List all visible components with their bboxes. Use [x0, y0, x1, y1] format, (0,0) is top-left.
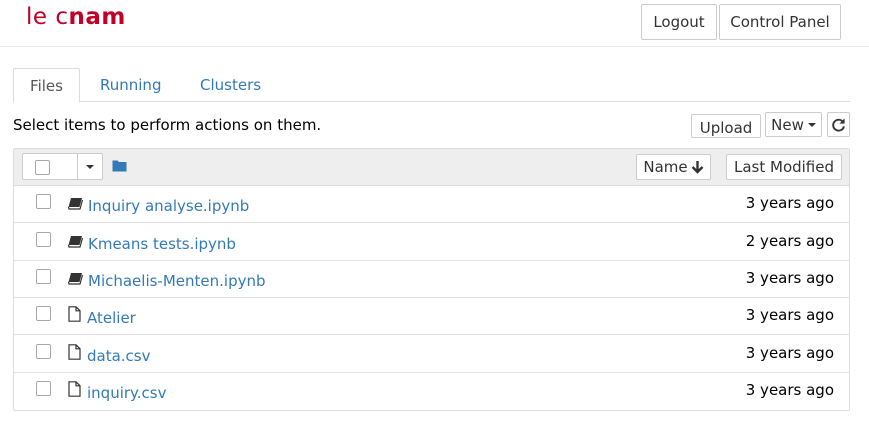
tab-clusters[interactable]: Clusters — [185, 68, 276, 102]
tab-running[interactable]: Running — [85, 68, 176, 102]
new-dropdown-button[interactable]: New — [765, 112, 822, 137]
refresh-button[interactable] — [827, 112, 850, 137]
caret-down-icon[interactable] — [86, 165, 94, 169]
table-row[interactable]: Michaelis-Menten.ipynb 3 years ago — [14, 261, 849, 298]
select-all-dropdown[interactable] — [22, 153, 103, 180]
table-row[interactable]: Kmeans tests.ipynb 2 years ago — [14, 224, 849, 261]
selection-hint: Select items to perform actions on them. — [13, 116, 322, 134]
row-checkbox[interactable] — [36, 269, 51, 284]
notebook-icon — [68, 236, 84, 248]
row-checkbox[interactable] — [36, 306, 51, 321]
arrow-down-icon — [691, 161, 703, 174]
last-modified: 3 years ago — [745, 306, 834, 324]
logo-text-bold: nam — [68, 4, 126, 30]
new-label: New — [771, 115, 804, 134]
last-modified: 3 years ago — [745, 194, 834, 212]
file-icon — [68, 344, 81, 360]
row-checkbox[interactable] — [36, 232, 51, 247]
table-row[interactable]: inquiry.csv 3 years ago — [14, 373, 849, 410]
upload-button[interactable]: Upload — [691, 114, 761, 138]
file-name-link[interactable]: Kmeans tests.ipynb — [88, 235, 236, 253]
control-panel-button[interactable]: Control Panel — [719, 4, 841, 40]
row-checkbox[interactable] — [36, 194, 51, 209]
caret-down-icon — [807, 122, 816, 127]
file-name-link[interactable]: Inquiry analyse.ipynb — [88, 197, 249, 215]
file-name-link[interactable]: Atelier — [87, 309, 136, 327]
site-header: le cnam Logout Control Panel — [0, 0, 869, 47]
last-modified: 3 years ago — [745, 381, 834, 399]
last-modified: 3 years ago — [745, 344, 834, 362]
last-modified: 2 years ago — [745, 232, 834, 250]
file-list-header: Name Last Modified — [14, 149, 849, 186]
row-checkbox[interactable] — [36, 381, 51, 396]
logo-text-light: le c — [26, 4, 69, 30]
file-name-link[interactable]: Michaelis-Menten.ipynb — [88, 272, 266, 290]
sort-by-modified-button[interactable]: Last Modified — [726, 154, 842, 180]
file-tabs: Files Running Clusters — [13, 68, 850, 103]
select-all-checkbox[interactable] — [35, 160, 50, 175]
notebook-icon — [68, 273, 84, 285]
logout-button[interactable]: Logout — [641, 4, 717, 40]
table-row[interactable]: data.csv 3 years ago — [14, 336, 849, 373]
last-modified: 3 years ago — [745, 269, 834, 287]
select-divider — [77, 154, 78, 179]
name-label: Name — [643, 158, 688, 176]
file-icon — [68, 381, 81, 397]
file-icon — [68, 306, 81, 322]
table-row[interactable]: Atelier 3 years ago — [14, 298, 849, 335]
notebook-icon — [68, 198, 84, 210]
refresh-icon — [832, 118, 845, 132]
file-name-link[interactable]: inquiry.csv — [87, 384, 166, 402]
folder-icon[interactable] — [112, 159, 127, 172]
tab-files[interactable]: Files — [13, 68, 80, 103]
sort-by-name-button[interactable]: Name — [636, 154, 711, 180]
file-list: Name Last Modified Inquiry analyse.ipynb… — [13, 148, 850, 411]
table-row[interactable]: Inquiry analyse.ipynb 3 years ago — [14, 186, 849, 223]
file-name-link[interactable]: data.csv — [87, 347, 151, 365]
row-checkbox[interactable] — [36, 344, 51, 359]
cnam-logo[interactable]: le cnam — [26, 4, 126, 30]
